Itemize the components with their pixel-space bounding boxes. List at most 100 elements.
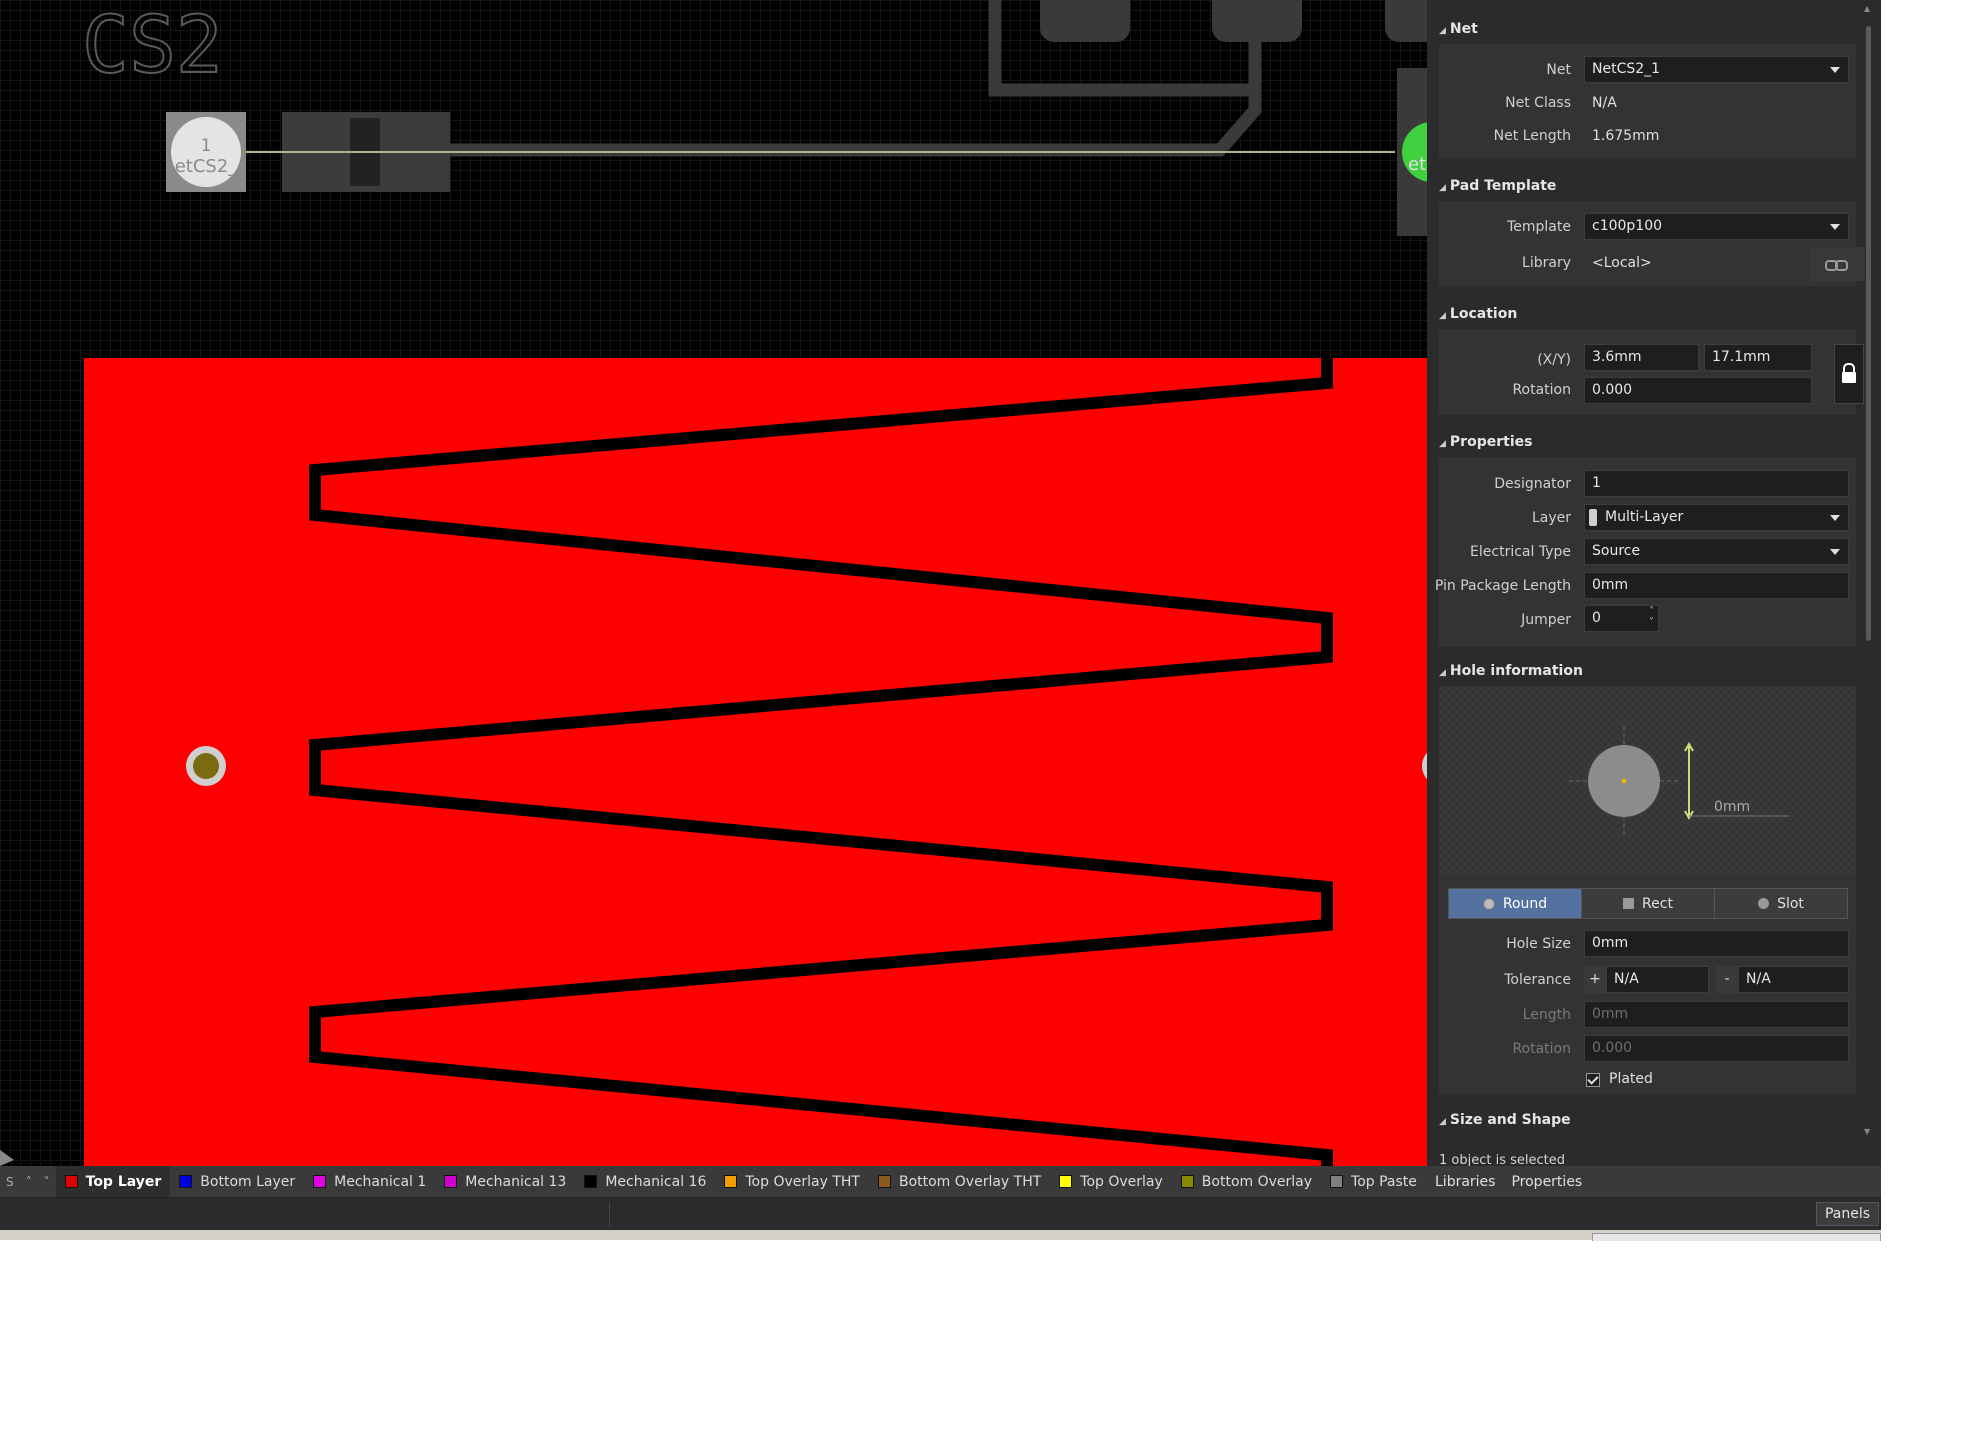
layer-bar-prefix[interactable]: S [0, 1175, 20, 1189]
chevron-down-icon [1830, 515, 1840, 521]
board-trace [450, 60, 1262, 157]
layer-color-swatch [1589, 509, 1597, 526]
layer-tab-label: Top Layer [85, 1173, 162, 1190]
scroll-up-icon[interactable]: ˄ [20, 1175, 38, 1189]
location-section: (X/Y) 3.6mm 17.1mm Rotation 0.000 [1439, 329, 1864, 415]
net-length-value: 1.675mm [1592, 128, 1660, 144]
panels-button[interactable]: Panels [1815, 1202, 1879, 1226]
hole-size-input[interactable]: 0mm [1584, 930, 1849, 957]
chevron-down-icon [1830, 224, 1840, 230]
pad-template-section: Template c100p100 Library <Local> [1439, 201, 1865, 286]
tab-libraries[interactable]: Libraries [1427, 1174, 1503, 1190]
hole-rotation-input: 0.000 [1584, 1035, 1849, 1062]
status-bar: Panels [0, 1197, 1881, 1231]
layer-tab-label: Mechanical 16 [605, 1173, 707, 1190]
layer-color-swatch [313, 1175, 327, 1188]
rotation-input[interactable]: 0.000 [1584, 377, 1812, 404]
layer-tab[interactable]: Top Paste [1321, 1166, 1426, 1197]
collapse-triangle-icon: ◢ [1439, 1117, 1446, 1127]
pin-package-length-input[interactable]: 0mm [1584, 572, 1849, 599]
layer-tab[interactable]: Top Overlay [1050, 1166, 1172, 1197]
net-dropdown[interactable]: NetCS2_1 [1584, 56, 1849, 83]
panel-scrollbar[interactable]: ▲ ▼ [1863, 0, 1875, 1140]
x-input[interactable]: 3.6mm [1584, 344, 1699, 371]
jumper-stepper[interactable]: 0 ˄ ˅ [1584, 605, 1659, 632]
hole-size-label: Hole Size [1506, 936, 1571, 952]
collapse-triangle-icon: ◢ [1439, 183, 1446, 193]
scroll-down-icon[interactable]: ˅ [38, 1175, 56, 1189]
layer-color-swatch [877, 1175, 891, 1188]
hole-shape-rect[interactable]: Rect [1582, 889, 1715, 918]
pcb-canvas[interactable]: CS2 1 etCS2_ etC [0, 0, 1427, 1166]
hole-origin-marker [1622, 779, 1626, 783]
size-shape-section-header[interactable]: ◢ Size and Shape [1439, 1112, 1571, 1128]
collapse-triangle-icon: ◢ [1439, 439, 1446, 449]
layer-tab[interactable]: Mechanical 1 [304, 1166, 435, 1197]
layer-tab[interactable]: Bottom Layer [170, 1166, 304, 1197]
slot-icon [1758, 898, 1770, 909]
length-label: Length [1522, 1007, 1571, 1023]
designator-input[interactable]: 1 [1584, 470, 1849, 497]
layer-tab-label: Bottom Overlay [1201, 1173, 1313, 1190]
electrical-type-dropdown[interactable]: Source [1584, 538, 1849, 565]
smd-pad [1040, 0, 1130, 42]
preview-dimension-label: 0mm [1714, 799, 1750, 815]
properties-section-header[interactable]: ◢ Properties [1439, 434, 1532, 450]
hole-preview: 0mm [1439, 686, 1856, 876]
hole-section: 0mm Round Rect Slot Hole Size 0mm Tolera… [1439, 686, 1856, 1094]
net-section: Net NetCS2_1 Net Class N/A Net Length 1.… [1439, 44, 1856, 158]
layer-color-swatch [724, 1175, 738, 1188]
layer-tab[interactable]: Bottom Overlay [1172, 1166, 1321, 1197]
layer-tab[interactable]: Mechanical 16 [575, 1166, 715, 1197]
layer-color-swatch [1059, 1175, 1073, 1188]
mounting-hole-drill [193, 753, 219, 779]
layer-tab-label: Top Paste [1351, 1173, 1417, 1190]
scroll-down-icon[interactable]: ▼ [1864, 1127, 1870, 1136]
silkscreen-label: CS2 [82, 1, 223, 91]
pad-number-label: 1 [201, 136, 212, 156]
location-section-header[interactable]: ◢ Location [1439, 306, 1517, 322]
layer-dropdown[interactable]: Multi-Layer [1584, 504, 1849, 531]
net-length-label: Net Length [1493, 128, 1571, 144]
plated-checkbox[interactable] [1586, 1073, 1600, 1087]
canvas-marker [0, 1150, 14, 1166]
layer-tab[interactable]: Bottom Overlay THT [869, 1166, 1050, 1197]
net-class-label: Net Class [1505, 95, 1571, 111]
chevron-down-icon [1830, 67, 1840, 73]
scroll-up-icon[interactable]: ▲ [1864, 4, 1870, 13]
net-section-header[interactable]: ◢ Net [1439, 21, 1478, 37]
hole-section-header[interactable]: ◢ Hole information [1439, 663, 1583, 679]
y-input[interactable]: 17.1mm [1704, 344, 1812, 371]
electrical-type-label: Electrical Type [1470, 544, 1571, 560]
panel-tab-bar: Libraries Properties [1427, 1166, 1881, 1197]
pad-net-label: etCS2_ [175, 156, 239, 177]
designator-label: Designator [1494, 476, 1571, 492]
properties-panel: ◢ Net Net NetCS2_1 Net Class N/A Net Leng… [1427, 0, 1881, 1166]
net-class-value: N/A [1592, 95, 1617, 111]
layer-tab[interactable]: Top Layer [55, 1166, 171, 1197]
stepper-arrows-icon[interactable]: ˄ ˅ [1649, 606, 1654, 628]
layer-color-swatch [179, 1175, 193, 1188]
collapse-triangle-icon: ◢ [1439, 668, 1446, 678]
layer-tab-label: Mechanical 1 [334, 1173, 427, 1190]
hole-shape-slot[interactable]: Slot [1715, 889, 1847, 918]
layer-tab[interactable]: Top Overlay THT [715, 1166, 869, 1197]
collapse-triangle-icon: ◢ [1439, 26, 1446, 36]
layer-tab[interactable]: Mechanical 13 [435, 1166, 575, 1197]
scrollbar-thumb[interactable] [1866, 26, 1871, 641]
hole-shape-round[interactable]: Round [1449, 889, 1582, 918]
chevron-down-icon [1830, 549, 1840, 555]
link-icon[interactable] [1809, 247, 1865, 281]
tolerance-plus-label: + [1584, 966, 1606, 993]
lock-icon[interactable] [1834, 344, 1864, 404]
collapse-triangle-icon: ◢ [1439, 311, 1446, 321]
tolerance-plus-input[interactable]: N/A [1606, 966, 1709, 993]
rotation-label: Rotation [1512, 382, 1571, 398]
tolerance-minus-input[interactable]: N/A [1738, 966, 1849, 993]
tab-properties[interactable]: Properties [1503, 1174, 1590, 1190]
copper-pour [84, 358, 1427, 1166]
pad-template-section-header[interactable]: ◢ Pad Template [1439, 178, 1556, 194]
pin-package-length-label: Pin Package Length [1434, 578, 1571, 594]
section-title: Hole information [1449, 663, 1583, 679]
template-dropdown[interactable]: c100p100 [1584, 213, 1849, 240]
